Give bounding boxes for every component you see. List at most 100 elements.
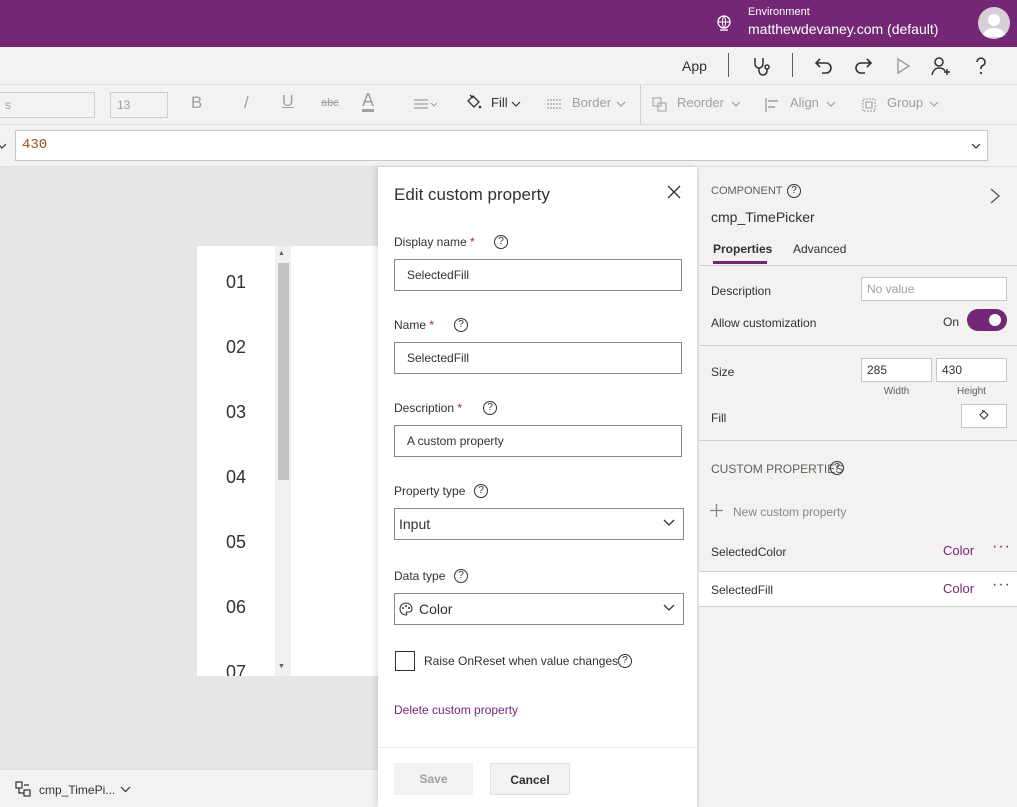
stethoscope-icon[interactable] bbox=[750, 55, 772, 77]
custom-property-row[interactable]: SelectedFill Color ··· bbox=[699, 572, 1017, 606]
undo-icon[interactable] bbox=[813, 55, 835, 77]
help-icon[interactable] bbox=[970, 55, 992, 77]
chevron-down-icon bbox=[663, 604, 675, 611]
custom-property-type[interactable]: Color bbox=[943, 581, 974, 596]
align-icon bbox=[765, 98, 778, 112]
component-name: cmp_TimePicker bbox=[711, 209, 815, 225]
help-icon[interactable]: ? bbox=[494, 235, 508, 249]
tab-properties[interactable]: Properties bbox=[713, 242, 772, 256]
help-icon[interactable]: ? bbox=[618, 654, 632, 668]
list-item[interactable]: 02 bbox=[197, 337, 275, 358]
formula-input[interactable]: 430 bbox=[15, 130, 988, 161]
active-tab-indicator bbox=[713, 261, 767, 264]
raise-onreset-checkbox[interactable] bbox=[395, 651, 415, 671]
custom-property-row[interactable]: SelectedColor Color ··· bbox=[699, 534, 1017, 568]
list-item[interactable]: 03 bbox=[197, 402, 275, 423]
plus-icon[interactable] bbox=[709, 503, 724, 518]
list-item[interactable]: 06 bbox=[197, 597, 275, 618]
group-icon bbox=[862, 98, 876, 112]
custom-property-type[interactable]: Color bbox=[943, 543, 974, 558]
italic-button[interactable]: / bbox=[244, 93, 249, 113]
border-button[interactable]: Border bbox=[572, 95, 611, 110]
tab-advanced[interactable]: Advanced bbox=[793, 242, 846, 256]
help-icon[interactable]: ? bbox=[454, 318, 468, 332]
play-icon[interactable] bbox=[892, 55, 914, 77]
chevron-right-icon[interactable] bbox=[989, 187, 1001, 205]
description-label: Description bbox=[711, 284, 772, 298]
divider bbox=[699, 606, 1017, 607]
hour-list[interactable]: 01 02 03 04 05 06 07 bbox=[197, 246, 275, 676]
height-input[interactable]: 430 bbox=[936, 358, 1007, 382]
help-icon[interactable]: ? bbox=[830, 461, 844, 475]
align-button[interactable]: Align bbox=[790, 95, 819, 110]
description-input[interactable]: No value bbox=[861, 277, 1007, 301]
text-align-icon[interactable] bbox=[413, 98, 437, 112]
avatar-icon bbox=[982, 14, 1006, 37]
formula-expand-icon[interactable] bbox=[971, 143, 981, 150]
close-icon[interactable] bbox=[666, 184, 682, 200]
fill-color-picker[interactable] bbox=[961, 404, 1007, 428]
width-input[interactable]: 285 bbox=[861, 358, 932, 382]
property-type-select[interactable]: Input bbox=[394, 508, 684, 540]
paint-bucket-icon[interactable] bbox=[464, 93, 482, 111]
new-custom-property-button[interactable]: New custom property bbox=[733, 505, 846, 519]
display-name-label: Display name * bbox=[394, 235, 475, 249]
height-caption: Height bbox=[957, 386, 986, 397]
name-field[interactable]: SelectedFill bbox=[394, 342, 682, 374]
formula-bar: 430 bbox=[0, 125, 1017, 167]
display-name-field[interactable]: SelectedFill bbox=[394, 259, 682, 291]
chevron-down-icon[interactable] bbox=[0, 143, 6, 149]
chevron-down-icon bbox=[731, 101, 741, 107]
scroll-down-icon[interactable]: ▼ bbox=[278, 663, 285, 670]
delete-custom-property-link[interactable]: Delete custom property bbox=[394, 703, 518, 717]
allow-customization-toggle[interactable] bbox=[967, 309, 1007, 331]
share-user-icon[interactable] bbox=[930, 55, 952, 77]
cancel-button[interactable]: Cancel bbox=[490, 763, 570, 795]
description-field[interactable]: A custom property bbox=[394, 425, 682, 457]
redo-icon[interactable] bbox=[852, 55, 874, 77]
panel-title: Edit custom property bbox=[394, 185, 550, 204]
data-type-select[interactable]: Color bbox=[394, 593, 684, 625]
more-options-icon[interactable]: ··· bbox=[992, 576, 1011, 594]
environment-globe-icon[interactable] bbox=[715, 14, 733, 32]
environment-name[interactable]: matthewdevaney.com (default) bbox=[748, 21, 938, 37]
save-button[interactable]: Save bbox=[394, 763, 473, 795]
scroll-up-icon[interactable]: ▲ bbox=[278, 250, 285, 257]
chevron-down-icon bbox=[616, 101, 626, 107]
list-item[interactable]: 04 bbox=[197, 467, 275, 488]
list-item[interactable]: 05 bbox=[197, 532, 275, 553]
font-color-button[interactable]: A bbox=[362, 91, 375, 112]
font-size-select[interactable]: 13 bbox=[110, 92, 168, 118]
size-label: Size bbox=[711, 365, 735, 379]
bottom-bar: cmp_TimePi... bbox=[0, 769, 378, 807]
reorder-button[interactable]: Reorder bbox=[677, 95, 724, 110]
more-options-icon[interactable]: ··· bbox=[992, 538, 1011, 556]
font-family-select[interactable]: s bbox=[0, 92, 95, 118]
scrollbar-thumb[interactable] bbox=[278, 263, 289, 480]
custom-properties-label: CUSTOM PROPERTIES bbox=[711, 462, 844, 476]
help-icon[interactable]: ? bbox=[454, 569, 468, 583]
help-icon[interactable]: ? bbox=[787, 184, 801, 198]
app-button[interactable]: App bbox=[682, 58, 707, 74]
fill-label: Fill bbox=[711, 411, 727, 425]
underline-button[interactable]: U bbox=[282, 93, 294, 111]
list-item[interactable]: 01 bbox=[197, 272, 275, 293]
list-item[interactable]: 07 bbox=[197, 662, 275, 676]
chevron-down-icon[interactable] bbox=[120, 786, 131, 793]
avatar[interactable] bbox=[978, 7, 1010, 39]
edit-custom-property-panel: Edit custom property Display name * ? Se… bbox=[378, 167, 697, 807]
toggle-knob bbox=[989, 314, 1001, 326]
custom-property-name: SelectedColor bbox=[711, 545, 787, 559]
allow-customization-label: Allow customization bbox=[711, 316, 817, 330]
strikethrough-button[interactable]: abc bbox=[321, 97, 339, 109]
description-label: Description * bbox=[394, 401, 463, 415]
chevron-down-icon bbox=[826, 101, 836, 107]
bold-button[interactable]: B bbox=[191, 93, 202, 113]
property-type-label: Property type bbox=[394, 484, 466, 498]
group-button[interactable]: Group bbox=[887, 95, 923, 110]
help-icon[interactable]: ? bbox=[483, 401, 497, 415]
screen-selector[interactable]: cmp_TimePi... bbox=[39, 783, 115, 797]
component-tree-icon bbox=[15, 781, 31, 797]
fill-button[interactable]: Fill bbox=[491, 95, 508, 110]
help-icon[interactable]: ? bbox=[474, 484, 488, 498]
